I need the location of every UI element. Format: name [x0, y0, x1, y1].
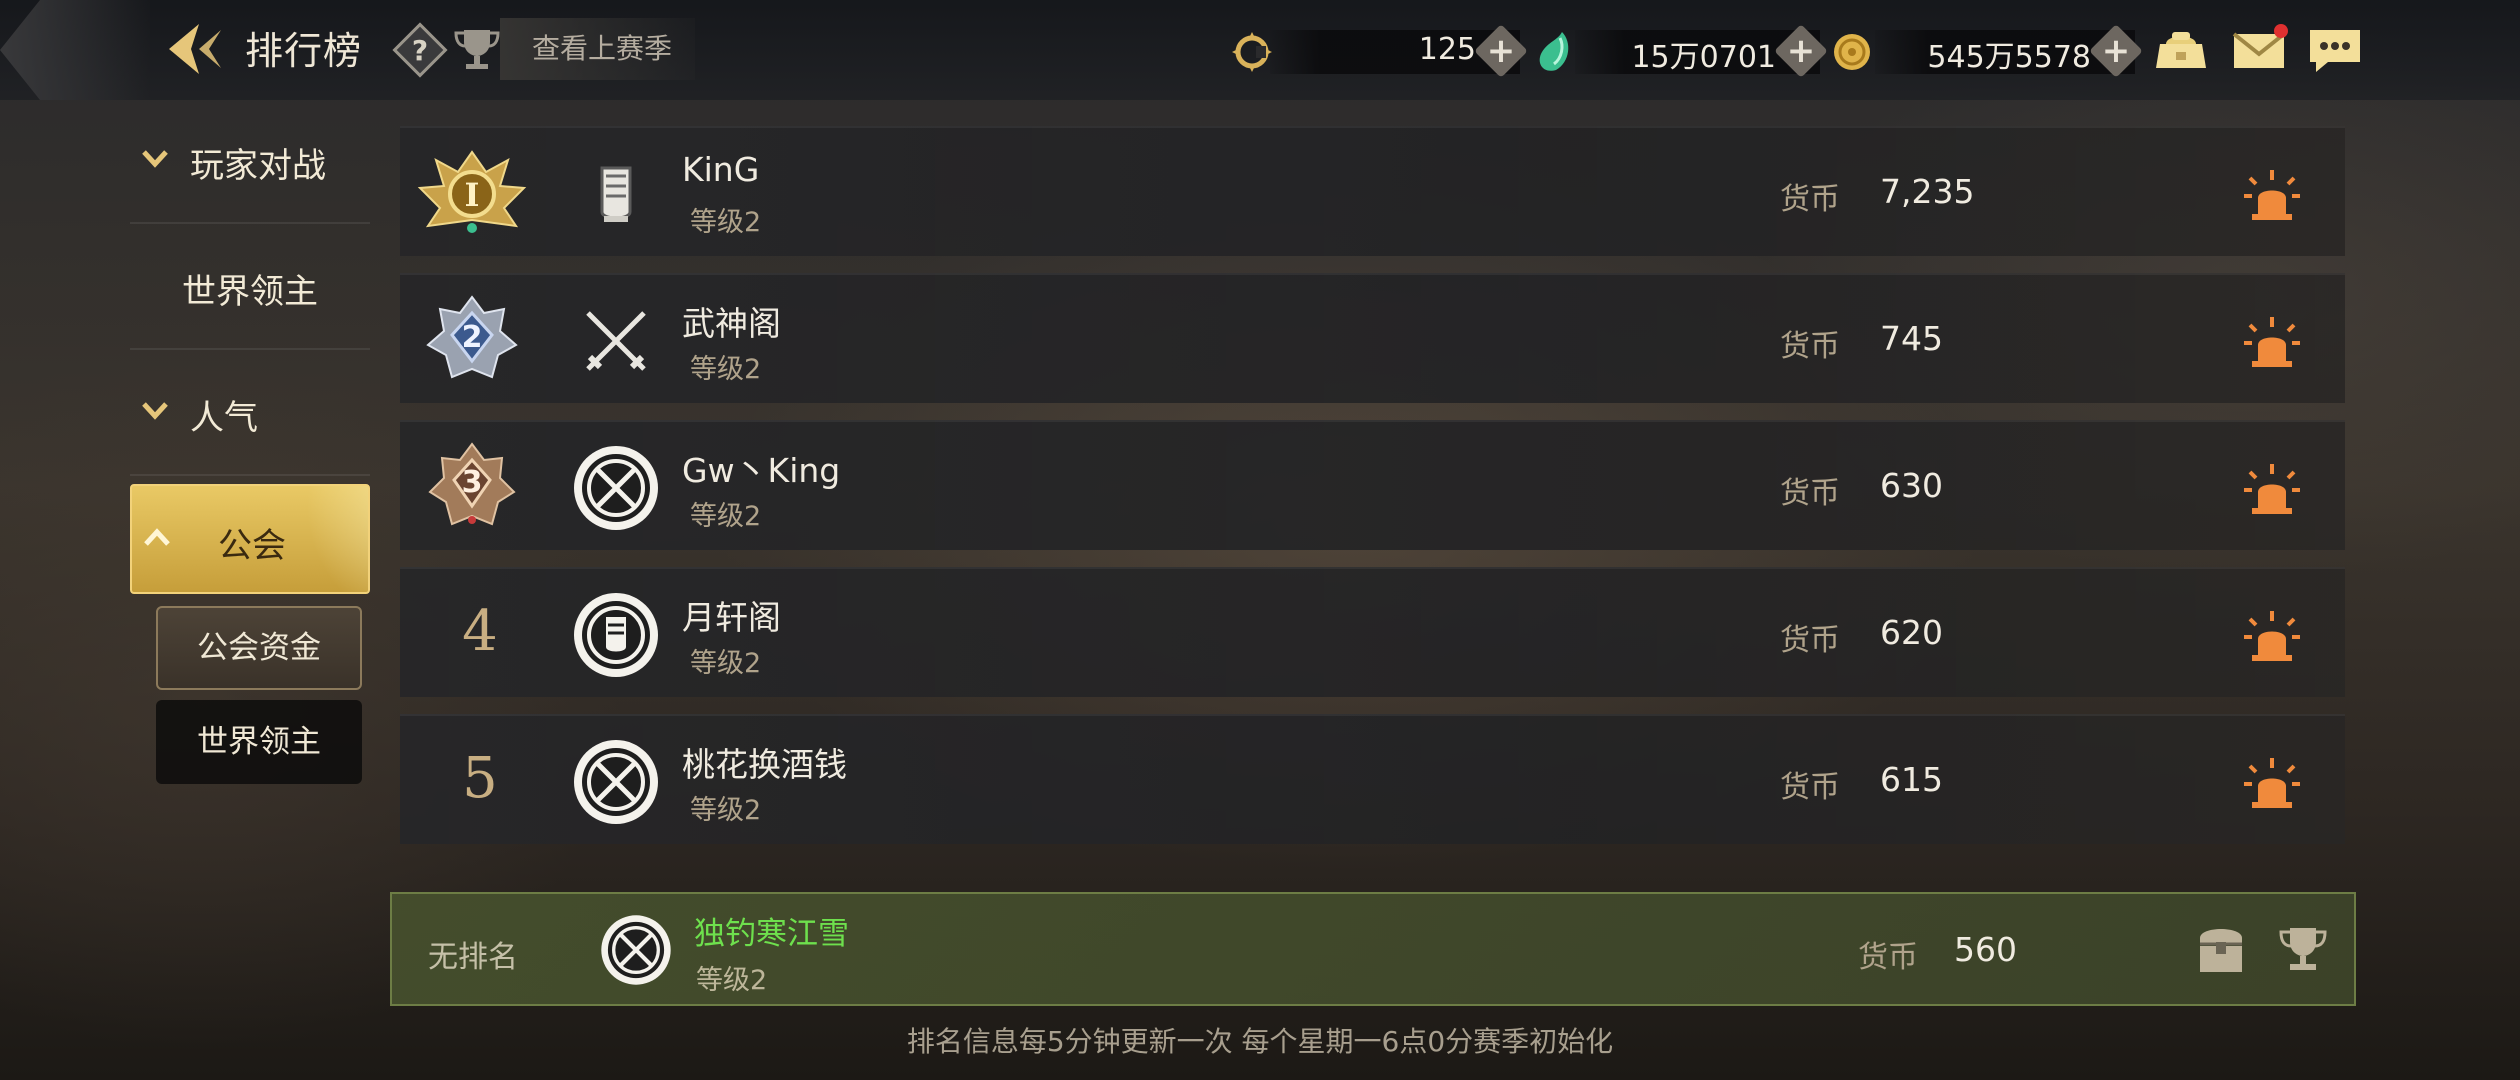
svg-text:?: ? — [412, 34, 428, 67]
guild-name: KinG — [682, 150, 760, 189]
treasure-chest-icon[interactable] — [2196, 920, 2246, 976]
my-currency-value: 560 — [1954, 930, 2017, 969]
trophy-icon[interactable] — [452, 24, 502, 74]
sidebar-subitem-world-boss[interactable]: 世界领主 — [156, 700, 362, 784]
currency-label: 货币 — [1780, 329, 1840, 364]
sidebar-item-label: 人气 — [190, 398, 258, 438]
back-tab[interactable] — [0, 0, 150, 100]
ranking-row-1[interactable]: I KinG 等级2 货币 7,235 — [400, 126, 2345, 256]
silver-medal-rank-2-icon: 2 — [426, 295, 518, 379]
ranking-row-2[interactable]: 2 武神阁 等级2 货币 745 — [400, 273, 2345, 403]
currency-label: 货币 — [1858, 940, 1918, 975]
jade-icon — [1539, 32, 1569, 71]
sidebar-item-popularity[interactable]: 人气 — [130, 352, 370, 476]
sidebar-item-label: 公会 — [218, 526, 286, 566]
season-coin-balance: 125 + — [1270, 24, 1528, 78]
my-guild-row: 无排名 独钓寒江雪 等级2 货币 560 — [390, 892, 2356, 1006]
ranking-row-5[interactable]: 5 桃花换酒钱 等级2 货币 615 — [400, 714, 2345, 844]
guild-level: 等级2 — [690, 795, 762, 826]
sidebar-item-pvp[interactable]: 玩家对战 — [130, 100, 370, 224]
my-rank-text: 无排名 — [428, 940, 518, 975]
plus-icon: + — [2101, 31, 2131, 71]
add-gold-button[interactable]: + — [2089, 24, 2143, 78]
guild-emblem-fist-shield-icon — [574, 593, 658, 677]
guild-level: 等级2 — [690, 501, 762, 532]
currency-value: 7,235 — [1880, 172, 1975, 211]
guild-level: 等级2 — [690, 207, 762, 238]
alarm-light-icon[interactable] — [2240, 605, 2304, 665]
pouch-icon[interactable] — [2152, 24, 2210, 76]
trophy-icon[interactable] — [2276, 922, 2330, 976]
sidebar-subitem-guild-funds[interactable]: 公会资金 — [156, 606, 362, 690]
currency-label: 货币 — [1780, 182, 1840, 217]
gold-balance: 545万5578 + — [1875, 24, 2143, 78]
currency-value: 615 — [1880, 760, 1943, 799]
page-title: 排行榜 — [245, 29, 363, 73]
rank-number: 5 — [462, 746, 498, 811]
currency-value: 620 — [1880, 613, 1943, 652]
guild-name: 月轩阁 — [682, 598, 781, 637]
my-guild-name: 独钓寒江雪 — [694, 916, 849, 952]
rank-number: 4 — [462, 599, 498, 664]
sidebar-item-label: 世界领主 — [182, 272, 318, 312]
svg-text:I: I — [465, 176, 480, 214]
season-coin-value: 125 — [1418, 32, 1476, 67]
update-info-text: 排名信息每5分钟更新一次 每个星期一6点0分赛季初始化 — [906, 1025, 1614, 1058]
sidebar-item-guild[interactable]: 公会 — [130, 484, 370, 594]
season-coin-icon — [1232, 32, 1272, 72]
top-bar: 排行榜 ? 查看上赛季 125 + 15万0701 + 545万5578 + — [0, 0, 2520, 100]
bronze-medal-rank-3-icon: 3 — [428, 442, 516, 526]
chat-icon[interactable] — [2306, 24, 2364, 76]
guild-level: 等级2 — [690, 354, 762, 385]
currency-label: 货币 — [1780, 623, 1840, 658]
ranking-row-4[interactable]: 4 月轩阁 等级2 货币 620 — [400, 567, 2345, 697]
mail-notification-dot — [2274, 24, 2288, 38]
guild-emblem-shield-icon — [574, 446, 658, 530]
alarm-light-icon[interactable] — [2240, 458, 2304, 518]
plus-icon: + — [1786, 31, 1816, 71]
guild-level: 等级2 — [690, 648, 762, 679]
currency-label: 货币 — [1780, 770, 1840, 805]
alarm-light-icon[interactable] — [2240, 164, 2304, 224]
back-arrow-icon[interactable] — [165, 18, 225, 80]
sidebar-item-label: 玩家对战 — [190, 146, 326, 186]
guild-emblem-shield-icon — [601, 915, 671, 985]
currency-value: 745 — [1880, 319, 1943, 358]
jade-value: 15万0701 — [1631, 40, 1776, 75]
plus-icon: + — [1486, 31, 1516, 71]
currency-value: 630 — [1880, 466, 1943, 505]
gold-coin-icon — [1834, 34, 1870, 70]
add-season-coin-button[interactable]: + — [1474, 24, 1528, 78]
jade-balance: 15万0701 + — [1575, 24, 1828, 78]
chevron-down-icon — [142, 150, 168, 168]
my-guild-level: 等级2 — [696, 965, 768, 996]
currency-label: 货币 — [1780, 476, 1840, 511]
ranking-row-3[interactable]: 3 Gw丶King 等级2 货币 630 — [400, 420, 2345, 550]
gold-value: 545万5578 — [1927, 40, 2091, 75]
svg-text:3: 3 — [462, 465, 483, 500]
gold-medal-rank-1-icon: I — [417, 150, 527, 233]
guild-emblem-fist-icon — [600, 166, 632, 222]
help-icon[interactable]: ? — [392, 22, 448, 78]
sidebar-item-world-boss[interactable]: 世界领主 — [130, 226, 370, 350]
add-jade-button[interactable]: + — [1774, 24, 1828, 78]
view-last-season-button[interactable]: 查看上赛季 — [500, 18, 695, 80]
svg-text:2: 2 — [462, 320, 483, 355]
chevron-down-icon — [142, 402, 168, 420]
guild-name: 桃花换酒钱 — [682, 745, 847, 784]
guild-name: Gw丶King — [682, 451, 841, 490]
guild-emblem-crossed-swords-icon — [586, 311, 646, 371]
alarm-light-icon[interactable] — [2240, 752, 2304, 812]
guild-name: 武神阁 — [682, 304, 781, 343]
alarm-light-icon[interactable] — [2240, 311, 2304, 371]
guild-emblem-shield-icon — [574, 740, 658, 824]
